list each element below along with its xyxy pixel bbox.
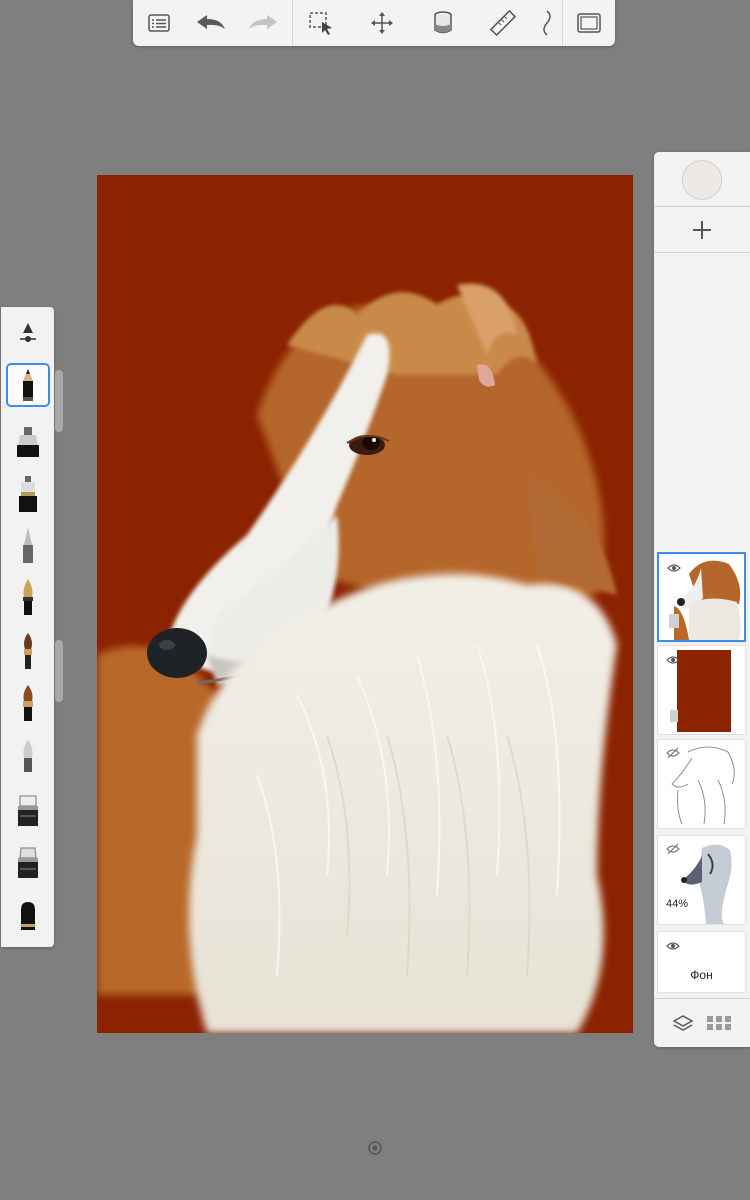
fineliner-icon [19, 476, 37, 512]
layer-visibility-eye-icon[interactable] [666, 938, 680, 956]
fill-bucket-icon[interactable] [427, 8, 459, 38]
marker-icon [17, 427, 39, 457]
layer-item-sketch-44[interactable]: 44% [657, 835, 746, 925]
smudge-icon [23, 740, 33, 772]
brush-settings-icon[interactable] [6, 309, 50, 353]
paintbrush-thick-icon [23, 685, 33, 721]
color-picker-swatch[interactable] [682, 160, 722, 200]
layer-visibility-eye-icon[interactable] [666, 652, 680, 670]
borzoi-painting [97, 283, 617, 1033]
fill-brush[interactable] [6, 895, 50, 939]
canvas-reset-icon[interactable] [367, 1140, 383, 1156]
symmetry-icon[interactable] [537, 8, 557, 38]
layer-visibility-eye-icon[interactable] [667, 560, 681, 578]
transform-move-icon[interactable] [366, 8, 398, 38]
layer-opacity-label: 44% [666, 898, 689, 910]
ruler-icon[interactable] [487, 8, 519, 38]
layer-hidden-eye-icon[interactable] [666, 842, 680, 860]
selection-icon[interactable] [305, 8, 337, 38]
pencil-brush[interactable] [6, 363, 50, 407]
airbrush-brush[interactable] [6, 523, 50, 567]
layer-name-label: Фон [690, 968, 713, 982]
redo-icon[interactable] [247, 8, 279, 38]
plus-icon [693, 221, 711, 239]
undo-icon[interactable] [195, 8, 227, 38]
layer-hidden-eye-icon[interactable] [666, 746, 680, 764]
paintbrush-thick-brush[interactable] [6, 681, 50, 725]
fill-brush-icon [21, 902, 35, 930]
layer-panel: 44% Фон [654, 152, 750, 1047]
eraser-icon [18, 795, 38, 826]
brush-size-slider[interactable] [55, 370, 63, 432]
layer-item-red-fill[interactable] [657, 645, 746, 735]
brush-palette [1, 307, 54, 947]
pencil-icon [23, 369, 33, 401]
eraser-hard-brush[interactable] [6, 840, 50, 884]
eraser-brush[interactable] [6, 788, 50, 832]
layer-item-background[interactable]: Фон [657, 931, 746, 993]
airbrush-icon [23, 527, 33, 563]
brush-opacity-slider[interactable] [55, 640, 63, 702]
pen-brush[interactable] [6, 575, 50, 619]
grid-view-icon[interactable] [706, 1010, 732, 1036]
layer-item-painting[interactable] [657, 552, 746, 642]
paintbrush-brush[interactable] [6, 629, 50, 673]
fineliner-brush[interactable] [6, 472, 50, 516]
drawing-canvas[interactable] [97, 175, 633, 1033]
paintbrush-icon [24, 633, 32, 669]
layer-item-sketch[interactable] [657, 739, 746, 829]
menu-list-icon[interactable] [143, 8, 175, 38]
layers-stack-icon[interactable] [670, 1010, 696, 1036]
pen-icon [23, 579, 33, 615]
add-layer-button[interactable] [688, 216, 716, 244]
marker-brush[interactable] [6, 419, 50, 463]
smudge-brush[interactable] [6, 734, 50, 778]
top-toolbar [133, 0, 615, 46]
eraser-hard-icon [18, 847, 38, 878]
fullscreen-icon[interactable] [573, 8, 605, 38]
